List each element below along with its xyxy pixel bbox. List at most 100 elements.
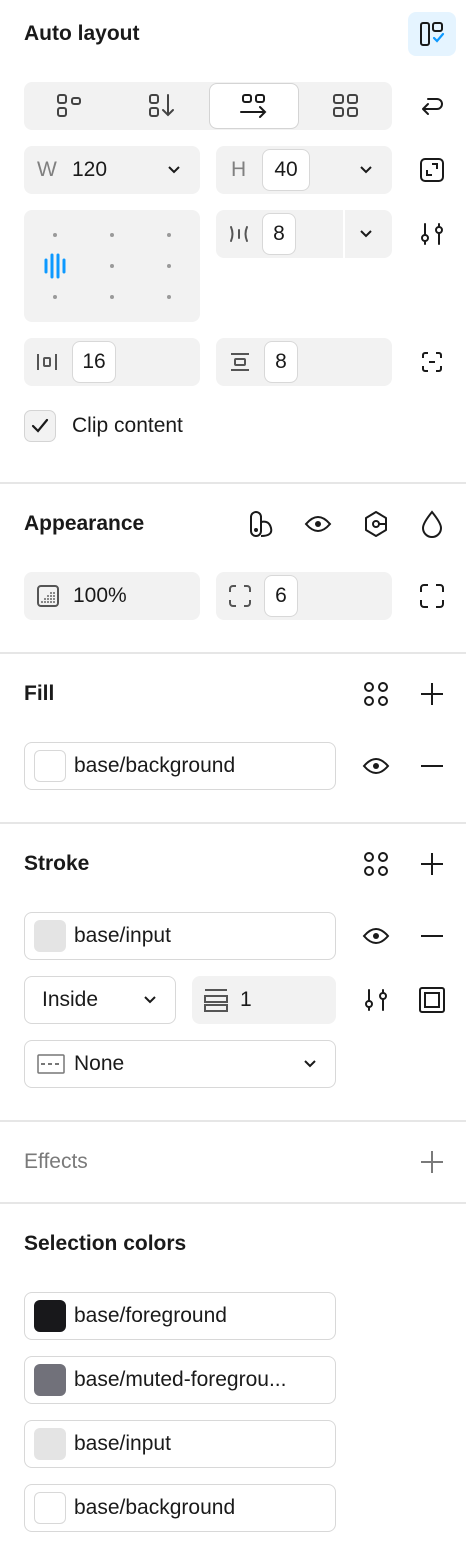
add-effect-button[interactable]	[414, 1144, 450, 1180]
styles-grid-icon	[364, 852, 388, 876]
arrow-down-layout-icon	[149, 94, 174, 117]
section-divider	[0, 1120, 466, 1122]
alignment-dots	[44, 233, 171, 299]
fill-styles-button[interactable]	[358, 676, 394, 712]
stroke-dash-dropdown[interactable]	[300, 1054, 320, 1074]
blend-mode-button[interactable]	[358, 506, 394, 542]
height-dropdown[interactable]	[356, 160, 376, 180]
stroke-position-dropdown[interactable]	[140, 990, 160, 1010]
direction-down-button[interactable]	[120, 86, 204, 126]
stroke-settings-button[interactable]	[358, 982, 394, 1018]
variable-mode-button[interactable]	[246, 506, 278, 542]
stroke-name[interactable]: base/input	[74, 924, 171, 948]
chevron-down-icon	[360, 166, 372, 174]
section-divider	[0, 822, 466, 824]
grid-wrap-icon	[333, 94, 358, 117]
sliders-icon	[421, 223, 443, 245]
return-arrow-icon	[422, 98, 443, 115]
selection-color-swatch[interactable]	[34, 1492, 66, 1524]
effects-title: Effects	[24, 1150, 88, 1173]
clip-content-checkbox[interactable]	[24, 410, 56, 442]
fill-visibility-button[interactable]	[358, 748, 394, 784]
width-label: W	[37, 158, 57, 181]
add-stroke-button[interactable]	[414, 846, 450, 882]
auto-layout-toggle-button[interactable]	[408, 12, 456, 56]
stroke-dash-select[interactable]	[24, 1040, 336, 1088]
stroke-visibility-button[interactable]	[358, 918, 394, 954]
corner-radius-icon	[227, 583, 253, 609]
gap-dropdown[interactable]	[356, 224, 376, 244]
auto-layout-title: Auto layout	[24, 22, 140, 45]
individual-padding-button[interactable]	[414, 344, 450, 380]
add-fill-button[interactable]	[414, 676, 450, 712]
resize-icon	[420, 158, 444, 182]
selection-color-name[interactable]: base/muted-foregrou...	[74, 1368, 326, 1392]
selection-color-item[interactable]	[24, 1420, 336, 1468]
alignment-grid[interactable]	[24, 210, 200, 322]
width-dropdown[interactable]	[164, 160, 184, 180]
opacity-value[interactable]: 100%	[73, 584, 127, 608]
selection-color-swatch[interactable]	[34, 1428, 66, 1460]
chevron-down-icon	[360, 230, 372, 238]
independent-corners-button[interactable]	[414, 578, 450, 614]
fill-title: Fill	[24, 682, 55, 705]
plus-icon	[421, 853, 443, 875]
minus-icon	[421, 935, 443, 937]
horizontal-padding-value[interactable]: 16	[72, 341, 116, 383]
remove-fill-button[interactable]	[414, 748, 450, 784]
width-value[interactable]: 120	[72, 158, 107, 182]
stroke-weight-value[interactable]: 1	[240, 988, 252, 1012]
dash-pattern-icon	[36, 1052, 66, 1076]
stroke-weight-icon	[202, 987, 230, 1013]
arrow-right-layout-icon	[240, 94, 267, 118]
chevron-down-icon	[304, 1060, 316, 1068]
minus-icon	[421, 765, 443, 767]
styles-grid-icon	[364, 682, 388, 706]
height-value[interactable]: 40	[262, 149, 310, 191]
selection-color-name[interactable]: base/input	[74, 1432, 171, 1456]
stroke-swatch[interactable]	[34, 920, 66, 952]
sliders-icon	[365, 989, 387, 1011]
corners-icon	[420, 584, 444, 608]
height-label: H	[231, 158, 247, 181]
visibility-button[interactable]	[300, 506, 336, 542]
vertical-padding-value[interactable]: 8	[264, 341, 298, 383]
stroke-position-value[interactable]: Inside	[42, 988, 98, 1012]
direction-horizontal-button[interactable]	[209, 83, 299, 129]
selection-color-name[interactable]: base/foreground	[74, 1304, 227, 1328]
selection-color-swatch[interactable]	[34, 1300, 66, 1332]
stroke-dash-value[interactable]: None	[74, 1052, 124, 1076]
stroke-title: Stroke	[24, 852, 90, 875]
gap-value[interactable]: 8	[262, 213, 296, 255]
variable-mode-icon	[250, 511, 273, 537]
selection-color-name[interactable]: base/background	[74, 1496, 235, 1520]
gap-divider	[343, 210, 345, 258]
fill-name[interactable]: base/background	[74, 754, 235, 778]
padding-corners-icon	[422, 352, 442, 372]
eye-icon	[362, 928, 390, 944]
opacity-icon	[35, 583, 61, 609]
direction-wrap-button[interactable]	[304, 86, 388, 126]
stroke-item[interactable]	[24, 912, 336, 960]
appearance-title: Appearance	[24, 512, 145, 535]
remove-stroke-button[interactable]	[414, 918, 450, 954]
section-divider	[0, 482, 466, 484]
layout-grid-icon	[57, 94, 81, 117]
vertical-padding-icon	[227, 350, 253, 374]
resizing-button[interactable]	[414, 152, 450, 188]
selection-color-swatch[interactable]	[34, 1364, 66, 1396]
drop-icon	[421, 510, 443, 538]
horizontal-padding-icon	[34, 350, 60, 374]
wrap-button[interactable]	[414, 88, 450, 124]
clip-content-label: Clip content	[72, 414, 183, 437]
plus-icon	[421, 683, 443, 705]
opacity-drop-button[interactable]	[414, 506, 450, 542]
advanced-settings-button[interactable]	[414, 216, 450, 252]
direction-vertical-button[interactable]	[28, 86, 112, 126]
fill-swatch[interactable]	[34, 750, 66, 782]
stroke-styles-button[interactable]	[358, 846, 394, 882]
gap-icon	[226, 222, 252, 246]
corner-radius-value[interactable]: 6	[264, 575, 298, 617]
eye-icon	[362, 758, 390, 774]
stroke-sides-button[interactable]	[414, 982, 450, 1018]
